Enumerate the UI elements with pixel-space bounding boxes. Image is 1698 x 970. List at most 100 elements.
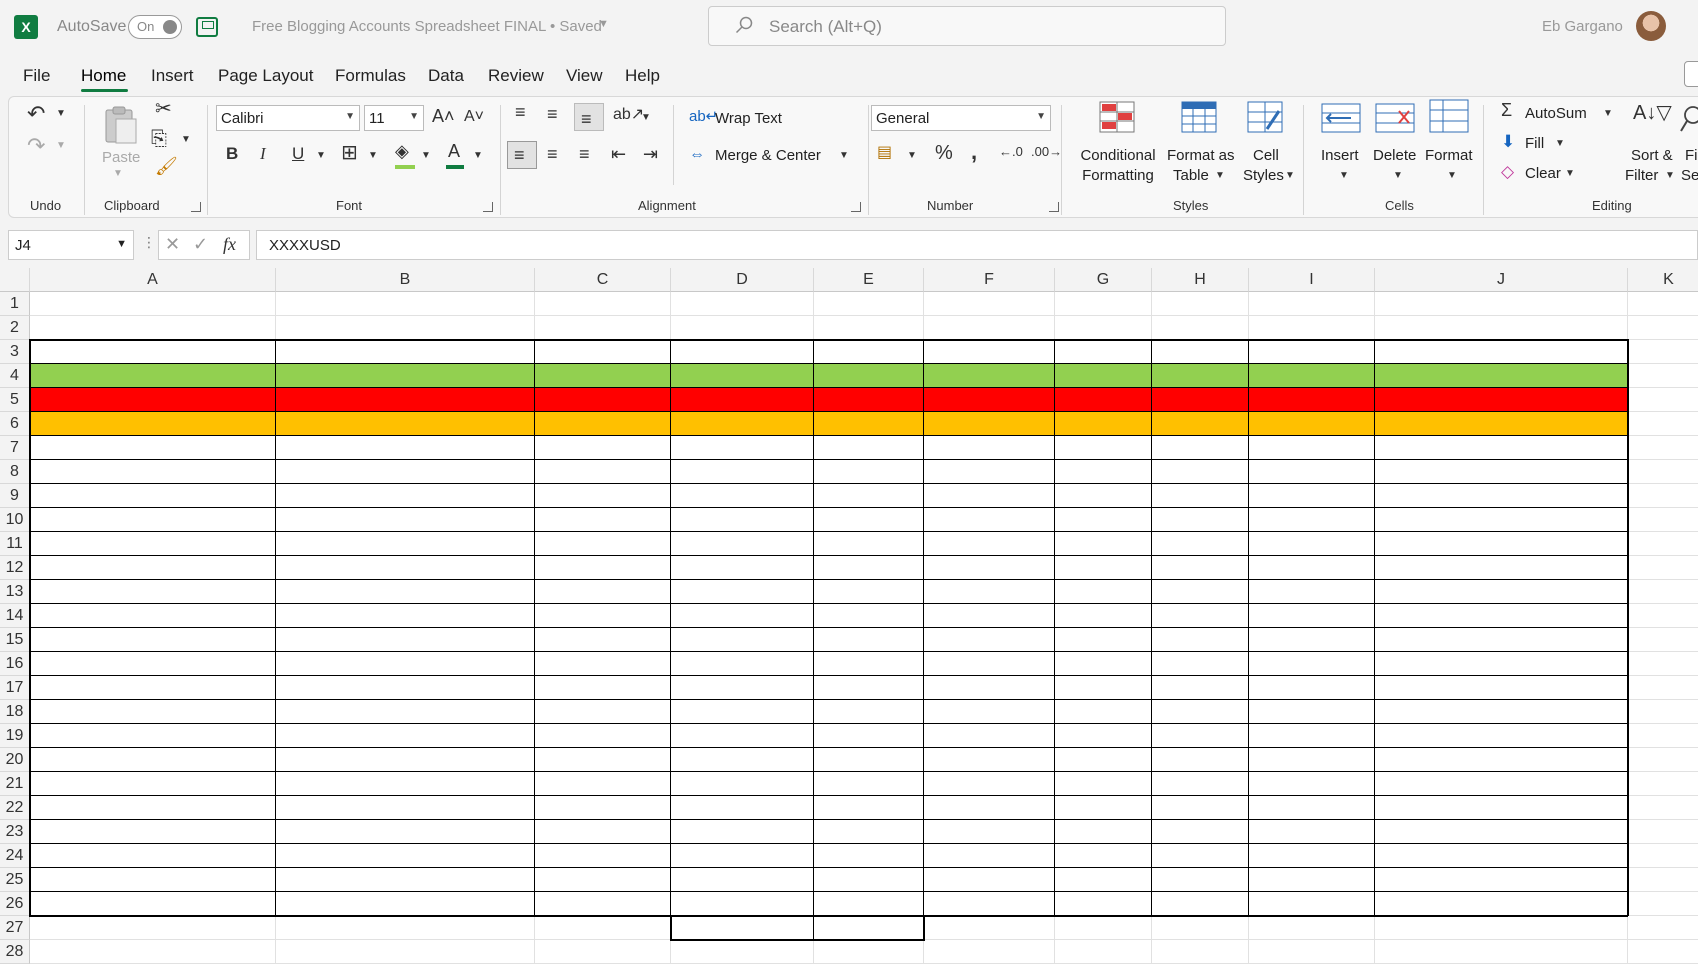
table-cell[interactable] [1152,364,1249,388]
find-select-line2[interactable]: Sele [1681,167,1698,184]
autosave-toggle[interactable]: On [128,15,182,39]
row-header[interactable]: 20 [0,748,30,772]
column-header-j[interactable]: J [1375,268,1628,292]
row-header[interactable]: 12 [0,556,30,580]
fill-dropdown-icon[interactable]: ▼ [1555,139,1565,149]
row-header[interactable]: 25 [0,868,30,892]
number-format-combo[interactable]: General ▼ [871,105,1051,131]
worksheet-grid[interactable]: A B C D E F G H I J K 1 2 3 4 5 6 7 8 9 10 11 12 13 14 15 16 17 18 19… [0,268,1698,970]
merge-dropdown-icon[interactable]: ▼ [839,151,849,161]
avatar[interactable] [1636,11,1666,41]
table-cell[interactable] [671,364,814,388]
table-cell[interactable] [1055,364,1152,388]
row-header[interactable]: 21 [0,772,30,796]
table-cell[interactable] [671,388,814,412]
row-header[interactable]: 19 [0,724,30,748]
cell-styles-line2[interactable]: Styles [1243,167,1284,184]
delete-dropdown-icon[interactable]: ▼ [1393,171,1403,181]
decrease-decimal-icon[interactable]: .00→ [1031,145,1062,158]
table-cell[interactable] [276,364,535,388]
undo-icon[interactable]: ↶ [27,103,45,125]
cancel-icon[interactable]: ✕ [165,235,180,253]
align-top-icon[interactable]: ≡ [515,103,526,121]
formula-input[interactable]: XXXXUSD [256,230,1698,260]
table-cell[interactable] [276,412,535,436]
table-cell[interactable] [535,388,671,412]
merge-center-icon[interactable]: ⇔ [689,147,705,163]
row-header[interactable]: 18 [0,700,30,724]
save-icon[interactable] [196,17,218,37]
conditional-formatting-line2[interactable]: Formatting [1073,167,1163,184]
tab-review[interactable]: Review [488,66,544,86]
paste-dropdown-icon[interactable]: ▼ [113,169,123,179]
table-cell[interactable] [924,412,1055,436]
chevron-down-icon[interactable]: ▼ [598,18,609,30]
merge-center-button[interactable]: Merge & Center [715,147,821,164]
table-cell[interactable] [924,364,1055,388]
format-cells-icon[interactable] [1429,99,1469,133]
row-header[interactable]: 4 [0,364,30,388]
insert-cells-button[interactable]: Insert [1321,147,1359,164]
align-bottom-button[interactable]: ≡ [574,103,604,131]
comments-button[interactable] [1684,61,1698,87]
tab-formulas[interactable]: Formulas [335,66,406,86]
eraser-icon[interactable]: ◇ [1501,163,1514,180]
format-dropdown-icon[interactable]: ▼ [1447,171,1457,181]
column-header-c[interactable]: C [535,268,671,292]
tab-help[interactable]: Help [625,66,660,86]
delete-cells-icon[interactable] [1375,103,1415,133]
table-cell[interactable] [1249,364,1375,388]
decrease-indent-icon[interactable]: ⇤ [611,145,626,163]
row-header[interactable]: 1 [0,292,30,316]
font-launcher-icon[interactable] [483,202,493,212]
table-cell[interactable] [671,412,814,436]
font-color-icon[interactable]: A [448,142,460,160]
font-size-combo[interactable]: 11 ▼ [364,105,424,131]
orientation-dropdown-icon[interactable]: ▼ [641,113,651,123]
copy-icon[interactable]: ⎘ [151,129,167,149]
fill-color-icon[interactable]: ◈ [395,142,409,160]
tab-insert[interactable]: Insert [151,66,194,86]
underline-dropdown-icon[interactable]: ▼ [316,151,326,161]
font-color-dropdown-icon[interactable]: ▼ [473,151,483,161]
document-title[interactable]: Free Blogging Accounts Spreadsheet FINAL… [252,18,602,35]
bold-icon[interactable]: B [226,145,238,162]
sort-filter-line2[interactable]: Filter [1625,167,1658,184]
clear-dropdown-icon[interactable]: ▼ [1565,169,1575,179]
table-cell[interactable] [535,364,671,388]
table-cell[interactable] [1249,388,1375,412]
user-name[interactable]: Eb Gargano [1542,18,1623,35]
tab-file[interactable]: File [23,66,50,86]
alignment-launcher-icon[interactable] [851,202,861,212]
select-all-corner[interactable] [0,268,30,292]
table-cell[interactable] [1375,364,1628,388]
sheet-title[interactable] [30,292,550,316]
column-header-g[interactable]: G [1055,268,1152,292]
column-header-h[interactable]: H [1152,268,1249,292]
clipboard-launcher-icon[interactable] [191,202,201,212]
align-left-button[interactable]: ≡ [507,141,537,169]
orientation-icon[interactable]: ab↗ [613,107,644,123]
tab-page-layout[interactable]: Page Layout [218,66,313,86]
table-cell[interactable] [1055,412,1152,436]
paste-label[interactable]: Paste [102,149,140,166]
decrease-font-icon[interactable]: A˅ [464,109,484,125]
column-header-a[interactable]: A [30,268,276,292]
row-header[interactable]: 7 [0,436,30,460]
row-header[interactable]: 28 [0,940,30,964]
wrap-text-icon[interactable]: ab↵ [689,109,718,124]
table-header-cell[interactable] [924,340,1055,364]
borders-dropdown-icon[interactable]: ▼ [368,151,378,161]
row-header[interactable]: 9 [0,484,30,508]
table-cell[interactable] [1152,388,1249,412]
increase-font-icon[interactable]: A˄ [432,107,455,125]
row-header[interactable]: 16 [0,652,30,676]
undo-dropdown-icon[interactable]: ▼ [56,109,66,119]
accounting-format-icon[interactable]: ▤ [877,145,892,161]
format-as-table-icon[interactable] [1181,101,1217,133]
tab-data[interactable]: Data [428,66,464,86]
table-cell[interactable] [535,412,671,436]
row-header[interactable]: 24 [0,844,30,868]
more-options-icon[interactable]: ⋮ [142,234,156,251]
table-cell[interactable] [30,364,276,388]
